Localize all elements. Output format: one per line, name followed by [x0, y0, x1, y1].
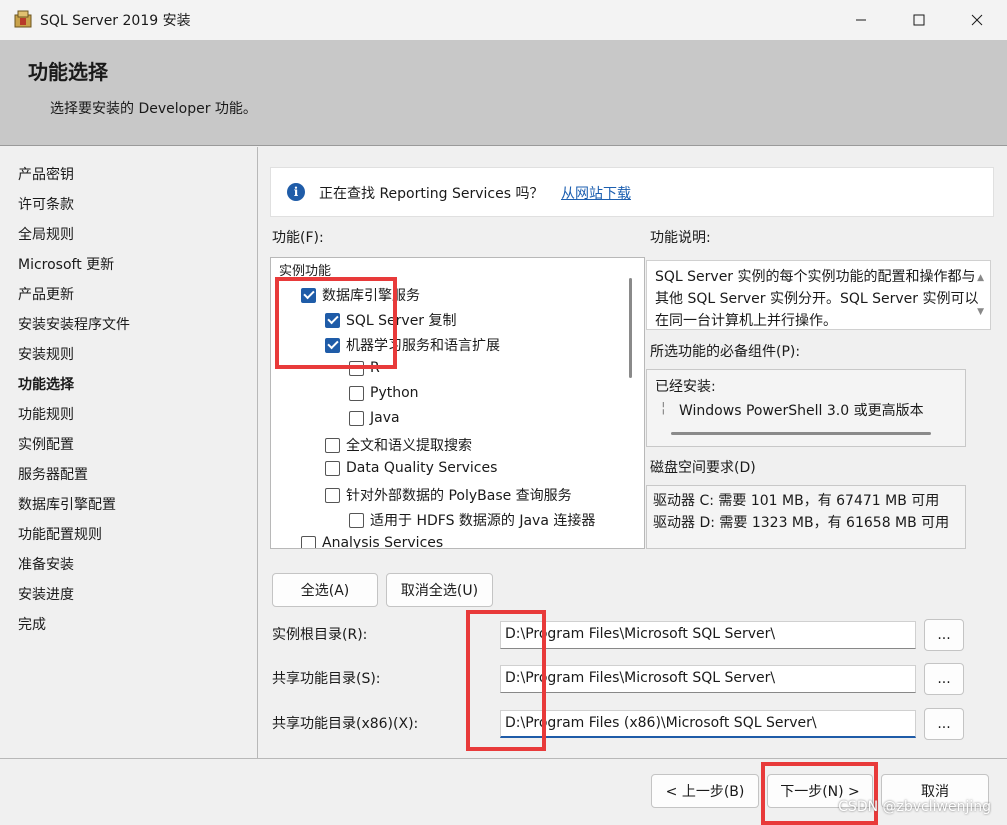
checkbox[interactable]	[325, 460, 340, 476]
title-bar: SQL Server 2019 安装	[0, 0, 1007, 40]
tree-line-icon: ¦	[661, 400, 666, 416]
main-panel: i 正在查找 Reporting Services 吗？ 从网站下载 功能(F)…	[258, 147, 1007, 758]
features-label: 功能(F):	[272, 230, 324, 246]
sidebar-item-install-rules[interactable]: 安装规则	[18, 344, 74, 364]
tree-item-dqs[interactable]: Data Quality Services	[325, 460, 497, 476]
tree-item-label: 全文和语义提取搜索	[346, 438, 472, 454]
sidebar-item-install-setup-files[interactable]: 安装安装程序文件	[18, 314, 130, 334]
tree-item-label: Data Quality Services	[346, 460, 498, 476]
browse-shared-dir-x86-button[interactable]: ...	[924, 708, 964, 740]
checkbox[interactable]	[349, 410, 364, 426]
tree-item-java[interactable]: Java	[349, 410, 400, 426]
disk-line: 驱动器 C: 需要 101 MB，有 67471 MB 可用	[653, 493, 940, 509]
minimize-button[interactable]	[838, 0, 884, 40]
back-button[interactable]: < 上一步(B)	[651, 774, 759, 808]
tree-item-fulltext[interactable]: 全文和语义提取搜索	[325, 435, 472, 455]
tree-item-label: 针对外部数据的 PolyBase 查询服务	[346, 488, 572, 504]
scroll-down-icon[interactable]: ▼	[977, 301, 984, 323]
sidebar-item-global-rules[interactable]: 全局规则	[18, 224, 74, 244]
maximize-button[interactable]	[896, 0, 942, 40]
sidebar-item-instance-config[interactable]: 实例配置	[18, 434, 74, 454]
sidebar-item-server-config[interactable]: 服务器配置	[18, 464, 88, 484]
instance-root-input[interactable]: D:\Program Files\Microsoft SQL Server\	[500, 621, 916, 649]
sidebar-item-product-key[interactable]: 产品密钥	[18, 164, 74, 184]
sidebar-item-ready-to-install[interactable]: 准备安装	[18, 554, 74, 574]
browse-instance-root-button[interactable]: ...	[924, 619, 964, 651]
step-sidebar: 产品密钥 许可条款 全局规则 Microsoft 更新 产品更新 安装安装程序文…	[0, 147, 258, 758]
annotation-box-next	[761, 762, 878, 825]
sidebar-item-feature-selection[interactable]: 功能选择	[18, 374, 74, 394]
disk-line: 驱动器 D: 需要 1323 MB，有 61658 MB 可用	[653, 515, 950, 531]
info-icon: i	[287, 183, 305, 201]
disk-label: 磁盘空间要求(D)	[650, 460, 756, 476]
checkbox[interactable]	[301, 535, 316, 548]
sidebar-item-db-engine-config[interactable]: 数据库引擎配置	[18, 494, 116, 514]
description-label: 功能说明:	[650, 230, 711, 246]
disk-requirements: 驱动器 C: 需要 101 MB，有 67471 MB 可用 驱动器 D: 需要…	[646, 485, 966, 549]
prerequisites-scrollbar[interactable]	[671, 432, 931, 435]
checkbox[interactable]	[349, 385, 364, 401]
close-icon	[971, 14, 983, 26]
annotation-box-paths	[466, 610, 546, 751]
sidebar-item-install-progress[interactable]: 安装进度	[18, 584, 74, 604]
window-title: SQL Server 2019 安装	[40, 13, 191, 29]
instance-root-label: 实例根目录(R):	[272, 627, 368, 643]
shared-dir-input[interactable]: D:\Program Files\Microsoft SQL Server\	[500, 665, 916, 693]
select-all-button[interactable]: 全选(A)	[272, 573, 378, 607]
tree-item-analysis-services[interactable]: Analysis Services	[301, 535, 444, 549]
page-title: 功能选择	[28, 60, 108, 84]
page-header: 功能选择 选择要安装的 Developer 功能。	[0, 40, 1007, 146]
tree-item-label: 适用于 HDFS 数据源的 Java 连接器	[370, 513, 596, 529]
tree-item-label: Python	[370, 385, 419, 401]
sidebar-item-product-updates[interactable]: 产品更新	[18, 284, 74, 304]
watermark: CSDN @zbvcliwenjing	[838, 799, 991, 815]
maximize-icon	[913, 14, 925, 26]
annotation-box-features	[275, 277, 397, 369]
prerequisites-list: 已经安装: ¦ Windows PowerShell 3.0 或更高版本	[647, 370, 965, 446]
sidebar-item-feature-config-rules[interactable]: 功能配置规则	[18, 524, 102, 544]
tree-item-hdfs-connector[interactable]: 适用于 HDFS 数据源的 Java 连接器	[349, 510, 595, 530]
info-text: 正在查找 Reporting Services 吗？	[319, 186, 544, 202]
tree-item-label: Java	[370, 410, 400, 426]
info-bar: i 正在查找 Reporting Services 吗？ 从网站下载	[270, 167, 994, 217]
page-subtitle: 选择要安装的 Developer 功能。	[50, 101, 257, 117]
close-button[interactable]	[954, 0, 1000, 40]
description-text: SQL Server 实例的每个实例功能的配置和操作都与其他 SQL Serve…	[655, 269, 979, 329]
shared-dir-label: 共享功能目录(S):	[272, 671, 381, 687]
download-link[interactable]: 从网站下载	[561, 183, 631, 203]
tree-item-python[interactable]: Python	[349, 385, 419, 401]
shared-dir-x86-input[interactable]: D:\Program Files (x86)\Microsoft SQL Ser…	[500, 710, 916, 738]
prereq-group-installed: 已经安装:	[655, 379, 716, 395]
sql-server-app-icon	[14, 10, 32, 28]
scroll-up-icon[interactable]: ▲	[977, 267, 984, 289]
browse-shared-dir-button[interactable]: ...	[924, 663, 964, 695]
shared-dir-x86-label: 共享功能目录(x86)(X):	[272, 716, 419, 732]
prerequisites-label: 所选功能的必备组件(P):	[650, 344, 801, 360]
minimize-icon	[856, 19, 866, 21]
features-scrollbar[interactable]	[629, 278, 632, 378]
checkbox[interactable]	[325, 487, 340, 503]
tree-item-label: Analysis Services	[322, 535, 444, 549]
sidebar-item-license[interactable]: 许可条款	[18, 194, 74, 214]
feature-description: SQL Server 实例的每个实例功能的配置和操作都与其他 SQL Serve…	[646, 260, 991, 330]
tree-item-polybase[interactable]: 针对外部数据的 PolyBase 查询服务	[325, 485, 572, 505]
sidebar-item-feature-rules[interactable]: 功能规则	[18, 404, 74, 424]
checkbox[interactable]	[325, 437, 340, 453]
prerequisites-tree[interactable]: 已经安装: ¦ Windows PowerShell 3.0 或更高版本	[646, 369, 966, 447]
sidebar-item-complete[interactable]: 完成	[18, 614, 46, 634]
checkbox[interactable]	[349, 512, 364, 528]
sidebar-item-microsoft-update[interactable]: Microsoft 更新	[18, 254, 114, 274]
prereq-item: Windows PowerShell 3.0 或更高版本	[679, 403, 924, 419]
deselect-all-button[interactable]: 取消全选(U)	[386, 573, 493, 607]
